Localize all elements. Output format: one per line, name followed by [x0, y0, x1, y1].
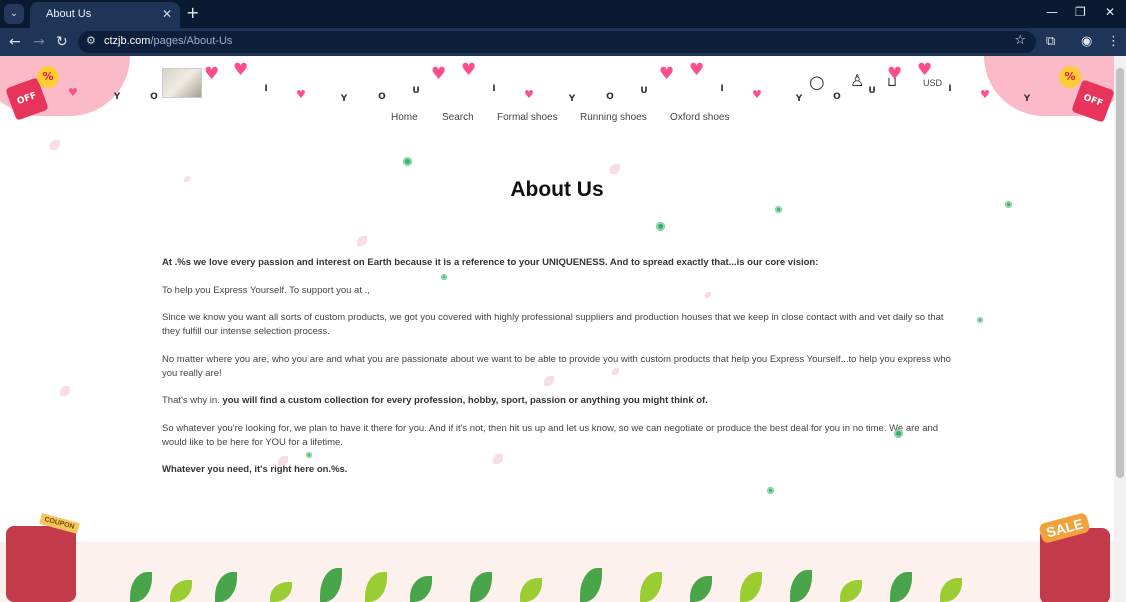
window-close-icon[interactable]: ✕ — [1105, 5, 1115, 19]
tune-icon[interactable]: ⚙ — [86, 34, 96, 47]
main-nav: Home Search Formal shoes Running shoes O… — [0, 112, 1114, 126]
nav-formal-shoes[interactable]: Formal shoes — [497, 112, 558, 123]
bunting-flag: Y — [334, 92, 354, 114]
minimize-icon[interactable]: — — [1046, 5, 1058, 19]
about-content: At .%s we love every passion and interes… — [162, 256, 952, 491]
clover-decor — [403, 157, 412, 166]
bunting-flag: U — [406, 84, 426, 106]
petal-decor — [610, 164, 620, 174]
clover-decor — [767, 487, 774, 494]
tab-title: About Us — [46, 8, 92, 20]
reload-icon[interactable]: ↻ — [56, 34, 68, 50]
clover-decor — [306, 452, 312, 458]
paragraph: Since we know you want all sorts of cust… — [162, 312, 944, 337]
paragraph: To help you Express Yourself. To support… — [162, 284, 370, 296]
bunting-flag: I — [256, 82, 276, 104]
nav-search[interactable]: Search — [442, 112, 474, 123]
page-title: About Us — [510, 178, 604, 201]
bunting-flag: I — [940, 82, 960, 104]
heart-icon: ♥ — [68, 86, 78, 99]
footer-plants — [0, 566, 1114, 602]
tab-search-button[interactable]: ⌄ — [4, 4, 24, 24]
petal-decor — [60, 386, 70, 396]
cart-icon[interactable]: ⊔ — [887, 75, 897, 90]
clover-decor — [977, 317, 983, 323]
search-icon[interactable]: ○ — [809, 72, 825, 93]
arrow-left-icon[interactable]: ← — [9, 34, 21, 50]
page-scrollbar[interactable] — [1114, 56, 1126, 602]
close-icon[interactable]: ✕ — [162, 7, 172, 21]
restore-icon[interactable]: ❐ — [1075, 5, 1086, 19]
heart-icon: ♥ — [296, 88, 306, 101]
bunting-flag: I — [712, 82, 732, 104]
bunting-flag: Y — [562, 92, 582, 114]
paragraph: So whatever you're looking for, we plan … — [162, 422, 939, 448]
profile-icon[interactable]: ◉ — [1081, 34, 1092, 50]
currency-selector[interactable]: USD — [923, 78, 942, 88]
paragraph: No matter where you are, who you are and… — [162, 353, 951, 379]
heart-icon: ♥ — [431, 64, 447, 84]
bunting-flag: U — [862, 84, 882, 106]
address-bar[interactable]: ⚙ ctzjb.com/pages/About-Us ☆ — [78, 31, 1036, 53]
heart-icon: ♥ — [917, 60, 933, 80]
bunting-flag: O — [372, 90, 392, 112]
heart-icon: ♥ — [659, 64, 675, 84]
bunting-flag: O — [600, 90, 620, 112]
browser-tab[interactable]: About Us ✕ — [30, 2, 180, 28]
nav-oxford-shoes[interactable]: Oxford shoes — [670, 112, 729, 123]
user-icon[interactable]: ♙ — [850, 71, 864, 90]
petal-decor — [50, 140, 60, 150]
scrollbar-thumb[interactable] — [1116, 68, 1124, 478]
chevron-down-icon: ⌄ — [9, 8, 19, 19]
puzzle-icon[interactable]: ⧉ — [1046, 34, 1055, 50]
heart-icon: ♥ — [233, 60, 249, 80]
bunting-flag: O — [827, 90, 847, 112]
nav-home[interactable]: Home — [391, 112, 418, 123]
clover-decor — [894, 429, 903, 438]
heart-icon: ♥ — [461, 60, 477, 80]
arrow-right-icon[interactable]: → — [33, 34, 45, 50]
url-text[interactable]: ctzjb.com/pages/About-Us — [104, 35, 232, 47]
bunting-flag: I — [484, 82, 504, 104]
paragraph: That's why in. you will find a custom co… — [162, 395, 708, 406]
heart-icon: ♥ — [980, 88, 990, 101]
store-logo[interactable] — [162, 68, 202, 98]
heart-icon: ♥ — [204, 64, 220, 84]
heart-icon: ♥ — [752, 88, 762, 101]
star-icon[interactable]: ☆ — [1014, 33, 1026, 48]
browser-tab-bar: ⌄ About Us ✕ + — ❐ ✕ — [0, 0, 1126, 28]
nav-running-shoes[interactable]: Running shoes — [580, 112, 647, 123]
kebab-icon[interactable]: ⋮ — [1107, 34, 1120, 50]
heart-icon: ♥ — [524, 88, 534, 101]
clover-decor — [441, 274, 447, 280]
plus-icon[interactable]: + — [186, 4, 199, 22]
clover-decor — [656, 222, 665, 231]
heart-icon: ♥ — [689, 60, 705, 80]
clover-decor — [775, 206, 782, 213]
bunting-flag: O — [144, 90, 164, 112]
bunting-flag: Y — [107, 90, 127, 112]
intro-paragraph: At .%s we love every passion and interes… — [162, 257, 819, 268]
web-page: OFF % OFF % ♥ Y O U ♥ ♥ I ♥ Y O U ♥ ♥ I … — [0, 56, 1114, 602]
gift-box-left — [6, 526, 76, 602]
bunting-flag: Y — [789, 92, 809, 114]
bunting-flag: Y — [1017, 92, 1037, 114]
closing-paragraph: Whatever you need, it's right here on.%s… — [162, 464, 348, 475]
bunting-flag: U — [634, 84, 654, 106]
petal-decor — [357, 236, 367, 246]
clover-decor — [1005, 201, 1012, 208]
browser-toolbar: ← → ↻ ⚙ ctzjb.com/pages/About-Us ☆ ⧉ ◉ ⋮ — [0, 28, 1126, 56]
